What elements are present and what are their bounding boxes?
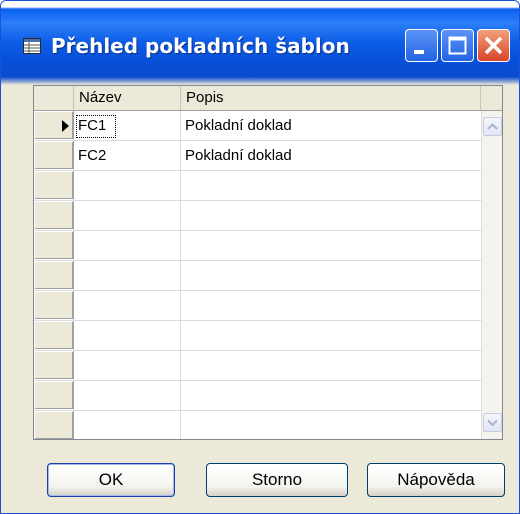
column-header-filler xyxy=(481,86,502,110)
name-cell[interactable] xyxy=(74,381,181,410)
close-button[interactable] xyxy=(477,29,510,62)
row-selector[interactable] xyxy=(34,171,74,200)
window-title: Přehled pokladních šablon xyxy=(51,34,350,58)
table-row[interactable] xyxy=(34,411,481,439)
table-row[interactable] xyxy=(34,321,481,351)
scroll-up-button[interactable] xyxy=(483,117,502,136)
minimize-icon xyxy=(414,50,424,54)
title-bar[interactable]: Přehled pokladních šablon xyxy=(1,1,519,85)
grid-header: Název Popis xyxy=(34,86,502,111)
name-cell[interactable] xyxy=(74,231,181,260)
description-cell[interactable] xyxy=(181,321,481,350)
description-cell[interactable]: Pokladní doklad xyxy=(181,111,481,140)
row-selector-header xyxy=(34,86,74,110)
help-button[interactable]: Nápověda xyxy=(367,463,505,497)
table-row[interactable] xyxy=(34,261,481,291)
current-row-arrow-icon xyxy=(62,120,69,132)
table-row[interactable] xyxy=(34,231,481,261)
table-icon xyxy=(23,38,41,54)
table-row[interactable]: FC1 Pokladní doklad xyxy=(34,111,481,141)
description-cell[interactable] xyxy=(181,411,481,439)
table-row[interactable] xyxy=(34,351,481,381)
name-cell[interactable] xyxy=(74,171,181,200)
row-selector[interactable] xyxy=(34,291,74,320)
vertical-scrollbar[interactable] xyxy=(481,111,502,439)
maximize-icon xyxy=(448,36,467,55)
description-cell[interactable]: Pokladní doklad xyxy=(181,141,481,170)
maximize-button[interactable] xyxy=(441,29,474,62)
focus-rectangle xyxy=(76,115,116,138)
dialog-window: Přehled pokladních šablon Název Popis FC… xyxy=(0,0,520,514)
scroll-down-button[interactable] xyxy=(483,413,502,432)
row-selector[interactable] xyxy=(34,381,74,410)
description-cell[interactable] xyxy=(181,291,481,320)
name-cell[interactable] xyxy=(74,411,181,439)
chevron-down-icon xyxy=(487,419,498,427)
name-cell[interactable] xyxy=(74,351,181,380)
description-cell[interactable] xyxy=(181,381,481,410)
ok-button[interactable]: OK xyxy=(47,463,175,497)
description-cell[interactable] xyxy=(181,351,481,380)
row-selector[interactable] xyxy=(34,111,74,140)
column-header-description[interactable]: Popis xyxy=(181,86,481,110)
templates-grid[interactable]: Název Popis FC1 Pokladní doklad FC2 Pokladn… xyxy=(33,85,503,440)
row-selector[interactable] xyxy=(34,231,74,260)
row-selector[interactable] xyxy=(34,141,74,170)
description-cell[interactable] xyxy=(181,201,481,230)
column-header-name[interactable]: Název xyxy=(74,86,181,110)
table-row[interactable] xyxy=(34,201,481,231)
description-cell[interactable] xyxy=(181,231,481,260)
table-row[interactable] xyxy=(34,171,481,201)
description-cell[interactable] xyxy=(181,171,481,200)
row-selector[interactable] xyxy=(34,351,74,380)
row-selector[interactable] xyxy=(34,321,74,350)
name-cell[interactable] xyxy=(74,261,181,290)
close-icon xyxy=(484,36,503,55)
table-row[interactable]: FC2 Pokladní doklad xyxy=(34,141,481,171)
name-cell[interactable] xyxy=(74,321,181,350)
row-selector[interactable] xyxy=(34,411,74,439)
table-row[interactable] xyxy=(34,291,481,321)
row-selector[interactable] xyxy=(34,261,74,290)
minimize-button[interactable] xyxy=(405,29,438,62)
name-cell[interactable] xyxy=(74,201,181,230)
table-row[interactable] xyxy=(34,381,481,411)
name-cell[interactable]: FC1 xyxy=(74,111,181,140)
row-selector[interactable] xyxy=(34,201,74,230)
cancel-button[interactable]: Storno xyxy=(206,463,348,497)
chevron-up-icon xyxy=(487,123,498,130)
description-cell[interactable] xyxy=(181,261,481,290)
name-cell[interactable]: FC2 xyxy=(74,141,181,170)
name-cell[interactable] xyxy=(74,291,181,320)
